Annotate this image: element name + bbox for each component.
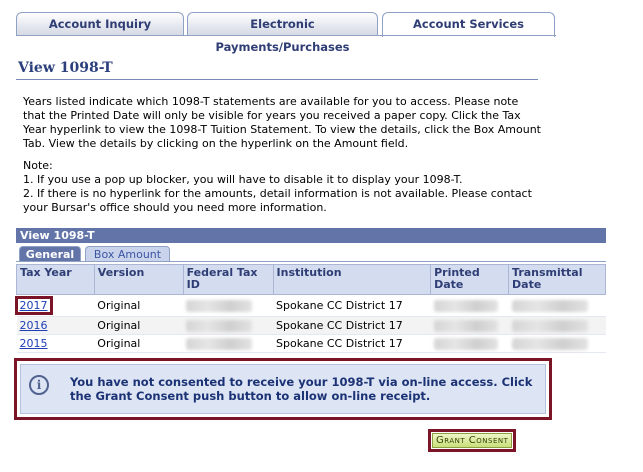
tab-account-inquiry[interactable]: Account Inquiry — [16, 12, 184, 36]
tax-year-link-2017[interactable]: 2017 — [20, 299, 48, 312]
note-item: 2. If there is no hyperlink for the amou… — [23, 187, 532, 214]
tab-electronic-payments[interactable]: Electronic Payments/Purchases — [187, 12, 378, 54]
version-cell: Original — [94, 334, 184, 353]
grant-consent-button[interactable]: Grant Consent — [432, 433, 513, 448]
grid-tab-bar: General Box Amount — [16, 243, 606, 262]
redacted-tax-id — [186, 320, 253, 332]
redacted-printed-date — [433, 300, 498, 312]
grant-consent-highlight: Grant Consent — [428, 429, 517, 452]
tab-divider — [16, 35, 556, 36]
redacted-transmittal-date — [511, 338, 588, 350]
column-header-transmittal-date[interactable]: Transmittal Date — [508, 264, 606, 295]
redacted-transmittal-date — [511, 300, 588, 312]
tab-general[interactable]: General — [19, 246, 81, 262]
notes: Note: 1. If you use a pop up blocker, yo… — [23, 159, 543, 215]
tax-year-link-2015[interactable]: 2015 — [20, 337, 48, 350]
table-header-row: Tax Year Version Federal Tax ID Institut… — [16, 264, 606, 295]
institution-cell: Spokane CC District 17 — [273, 316, 431, 335]
intro-text: Years listed indicate which 1098-T state… — [23, 95, 541, 150]
table-row: 2016 Original Spokane CC District 17 — [16, 316, 606, 335]
notes-heading: Note: — [23, 159, 53, 172]
grid-title: View 1098-T — [16, 228, 606, 243]
tax-year-table: Tax Year Version Federal Tax ID Institut… — [14, 264, 606, 353]
grid-tab-divider — [16, 261, 606, 262]
institution-cell: Spokane CC District 17 — [273, 294, 431, 317]
column-header-federal-tax-id[interactable]: Federal Tax ID — [182, 264, 274, 295]
tab-account-services[interactable]: Account Services — [382, 12, 555, 37]
redacted-printed-date — [433, 320, 498, 332]
redacted-printed-date — [433, 338, 498, 350]
column-header-printed-date[interactable]: Printed Date — [430, 264, 510, 295]
column-header-tax-year[interactable]: Tax Year — [16, 264, 95, 295]
note-item: 1. If you use a pop up blocker, you will… — [23, 173, 463, 186]
version-cell: Original — [94, 294, 184, 317]
tax-year-link-2016[interactable]: 2016 — [20, 319, 48, 332]
page-title: View 1098-T — [18, 60, 113, 76]
institution-cell: Spokane CC District 17 — [273, 334, 431, 353]
redacted-tax-id — [186, 300, 253, 312]
redacted-transmittal-date — [511, 320, 588, 332]
consent-message-highlight: i You have not consented to receive your… — [14, 358, 552, 420]
column-header-institution[interactable]: Institution — [272, 264, 432, 295]
highlight-box: 2017 — [14, 296, 53, 315]
info-icon: i — [29, 375, 49, 395]
consent-message-box: i You have not consented to receive your… — [20, 364, 546, 414]
consent-message-text: You have not consented to receive your 1… — [70, 375, 533, 403]
table-row: 2017 Original Spokane CC District 17 — [14, 294, 606, 317]
version-cell: Original — [94, 316, 184, 335]
table-row: 2015 Original Spokane CC District 17 — [16, 334, 606, 353]
tab-bar: Account Inquiry Electronic Payments/Purc… — [0, 0, 643, 54]
title-rule — [16, 79, 538, 80]
redacted-tax-id — [186, 338, 253, 350]
tab-box-amount[interactable]: Box Amount — [85, 246, 170, 262]
column-header-version[interactable]: Version — [93, 264, 184, 295]
